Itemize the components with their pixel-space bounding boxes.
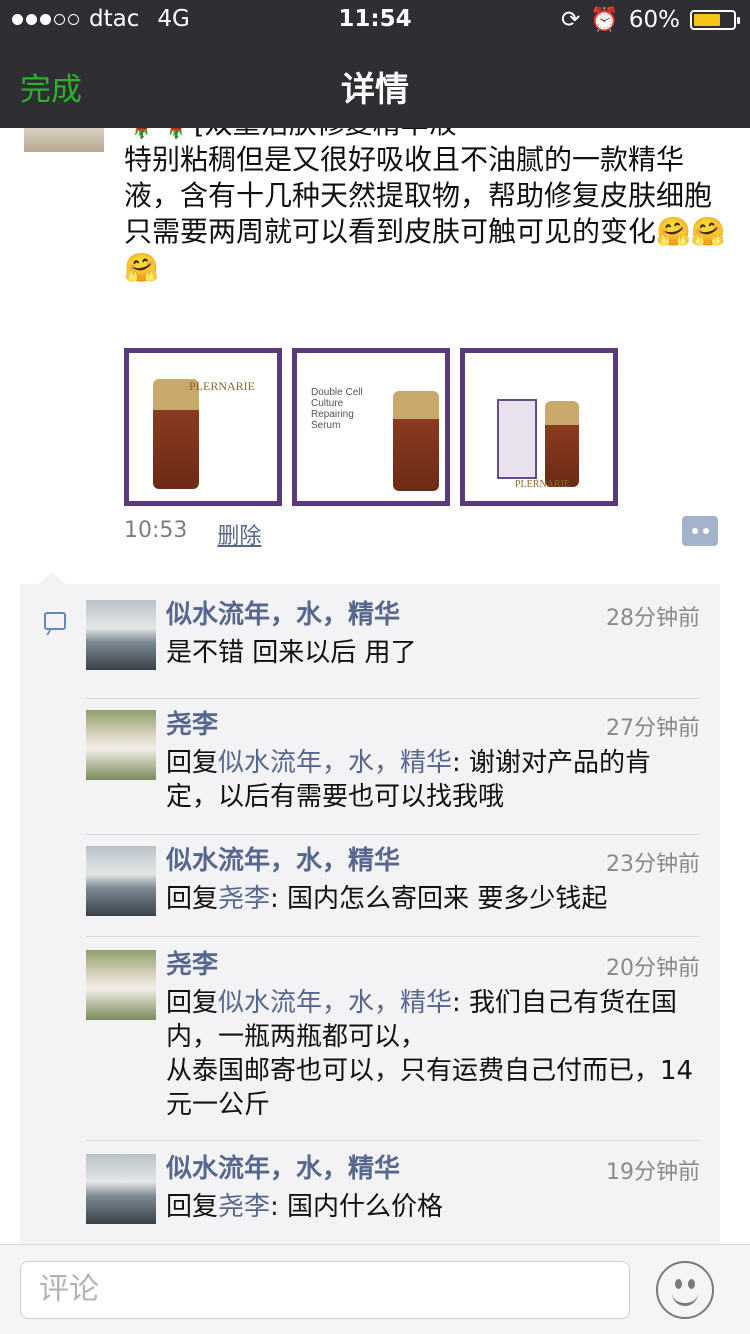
top-bar: dtac 4G 11:54 ⟳ ⏰ 60% 完成 详情	[0, 0, 750, 128]
comment-text: 回复尧李: 国内什么价格	[166, 1190, 700, 1224]
comment-time: 20分钟前	[606, 956, 700, 981]
post-meta: 10:53 删除	[124, 518, 261, 550]
comment-body: : 国内怎么寄回来 要多少钱起	[270, 884, 608, 914]
post-line-3: 只需要两周就可以看到皮肤可触可见的变化🤗🤗🤗	[124, 215, 726, 284]
comment-text: 回复似水流年，水，精华: 我们自己有货在国内，一瓶两瓶都可以， 从泰国邮寄也可以，…	[166, 986, 700, 1122]
reply-to-name[interactable]: 似水流年，水，精华	[218, 748, 452, 778]
box-graphic	[497, 399, 537, 479]
reply-prefix: 回复	[166, 1192, 219, 1222]
image-brand: PLERNARIE	[189, 379, 255, 393]
comment-text: 是不错 回来以后 用了	[166, 636, 700, 670]
emoji-icon[interactable]	[656, 1261, 714, 1319]
divider	[86, 834, 700, 835]
comment-body: : 国内什么价格	[270, 1192, 444, 1222]
delete-link[interactable]: 删除	[217, 518, 261, 550]
commenter-avatar[interactable]	[86, 846, 156, 916]
post-images: PLERNARIE Double Cell Culture Repairing …	[124, 348, 618, 506]
bottle-graphic	[393, 391, 439, 491]
bottle-graphic	[153, 379, 199, 489]
reply-prefix: 回复	[166, 988, 219, 1018]
status-right: ⟳ ⏰ 60%	[560, 6, 740, 33]
image-brand: Double Cell Culture Repairing Serum	[311, 387, 363, 431]
reply-to-name[interactable]: 似水流年，水，精华	[218, 988, 452, 1018]
commenter-name[interactable]: 似水流年，水，精华	[166, 1148, 400, 1185]
post-image-2[interactable]: Double Cell Culture Repairing Serum	[292, 348, 450, 506]
bottle-graphic	[545, 401, 579, 487]
battery-icon	[690, 9, 740, 30]
divider	[86, 698, 700, 699]
commenter-name[interactable]: 似水流年，水，精华	[166, 594, 400, 631]
post-time: 10:53	[124, 518, 188, 543]
commenter-name[interactable]: 尧李	[166, 704, 218, 741]
comment-time: 27分钟前	[606, 716, 700, 741]
reply-to-name[interactable]: 尧李	[218, 1192, 270, 1222]
comment-field-wrapper	[20, 1261, 630, 1319]
divider	[86, 936, 700, 937]
comment-time: 19分钟前	[606, 1160, 700, 1185]
comment-body-continued: 从泰国邮寄也可以，只有运费自己付而已，14元一公斤	[166, 1056, 694, 1120]
alarm-icon: ⏰	[590, 7, 619, 33]
commenter-avatar[interactable]	[86, 950, 156, 1020]
comment-input-bar	[0, 1244, 750, 1334]
reply-prefix: 回复	[166, 884, 219, 914]
battery-percent: 60%	[628, 6, 680, 33]
nav-bar: 完成 详情	[0, 40, 750, 128]
comment-time: 23分钟前	[606, 852, 700, 877]
post-text: 🌹🌹[双重活肤修复精华液 特别粘稠但是又很好吸收且不油腻的一款精华液，含有十几种…	[124, 107, 734, 286]
post-line-2: 特别粘稠但是又很好吸收且不油腻的一款精华液，含有十几种天然提取物，帮助修复皮肤细…	[124, 143, 713, 212]
comment-input[interactable]	[21, 1262, 629, 1318]
commenter-avatar[interactable]	[86, 600, 156, 670]
status-bar: dtac 4G 11:54 ⟳ ⏰ 60%	[0, 0, 750, 40]
image-brand: PLERNARIE	[515, 479, 570, 490]
commenter-name[interactable]: 尧李	[166, 944, 218, 981]
reply-prefix: 回复	[166, 748, 219, 778]
commenter-avatar[interactable]	[86, 710, 156, 780]
rotation-lock-icon: ⟳	[560, 6, 581, 33]
commenter-avatar[interactable]	[86, 1154, 156, 1224]
page-title: 详情	[341, 70, 409, 110]
divider	[86, 1140, 700, 1141]
post-author-avatar[interactable]	[24, 128, 104, 152]
reply-to-name[interactable]: 尧李	[218, 884, 270, 914]
post-image-1[interactable]: PLERNARIE	[124, 348, 282, 506]
commenter-name[interactable]: 似水流年，水，精华	[166, 840, 400, 877]
comments-section: 似水流年，水，精华 28分钟前 是不错 回来以后 用了 尧李 27分钟前 回复似…	[20, 572, 720, 1244]
comment-text: 回复似水流年，水，精华: 谢谢对产品的肯定，以后有需要也可以找我哦	[166, 746, 700, 814]
comment-time: 28分钟前	[606, 606, 700, 631]
comment-icon	[44, 612, 66, 630]
comment-text: 回复尧李: 国内怎么寄回来 要多少钱起	[166, 882, 700, 916]
post-image-3[interactable]: PLERNARIE	[460, 348, 618, 506]
more-actions-button[interactable]	[682, 516, 718, 546]
comment-body: 是不错 回来以后 用了	[166, 638, 417, 668]
